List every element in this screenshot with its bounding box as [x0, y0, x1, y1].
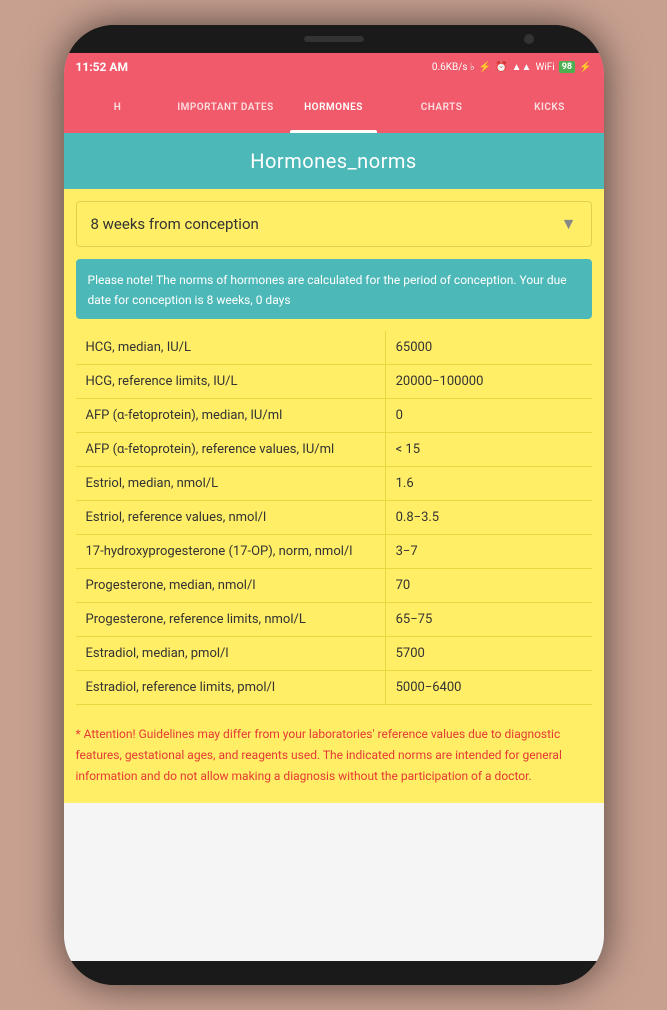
status-alarm: ⏰ [495, 62, 507, 73]
tab-kicks[interactable]: KICKS [496, 81, 604, 133]
status-charging: ⚡ [579, 62, 591, 73]
table-row: Estriol, median, nmol/L1.6 [76, 467, 592, 501]
hormone-name: Estriol, reference values, nmol/l [76, 501, 386, 535]
hormone-name: HCG, reference limits, IU/L [76, 365, 386, 399]
hormone-name: Estriol, median, nmol/L [76, 467, 386, 501]
hormone-value: < 15 [385, 433, 591, 467]
hormone-value: 65−75 [385, 603, 591, 637]
table-row: Estradiol, reference limits, pmol/l5000−… [76, 671, 592, 705]
table-row: Progesterone, reference limits, nmol/L65… [76, 603, 592, 637]
hormone-value: 3−7 [385, 535, 591, 569]
table-row: AFP (α-fetoprotein), reference values, I… [76, 433, 592, 467]
hormone-name: Progesterone, reference limits, nmol/L [76, 603, 386, 637]
tab-important-dates[interactable]: IMPORTANT DATES [172, 81, 280, 133]
tab-charts[interactable]: CHARTS [388, 81, 496, 133]
hormone-value: 70 [385, 569, 591, 603]
dropdown-value: 8 weeks from conception [91, 215, 259, 233]
hormone-value: 1.6 [385, 467, 591, 501]
table-row: HCG, reference limits, IU/L20000−100000 [76, 365, 592, 399]
phone-top-bar [64, 25, 604, 53]
hormone-value: 5000−6400 [385, 671, 591, 705]
note-box: Please note! The norms of hormones are c… [76, 259, 592, 319]
weeks-dropdown[interactable]: 8 weeks from conception ▼ [76, 201, 592, 247]
table-row: 17-hydroxyprogesterone (17-OP), norm, nm… [76, 535, 592, 569]
tab-hormones[interactable]: HORMONES [280, 81, 388, 133]
status-icons: 0.6KB/s ♭ ⚡ ⏰ ▲▲ WiFi 98 ⚡ [432, 61, 592, 73]
table-row: HCG, median, IU/L65000 [76, 331, 592, 365]
tab-h[interactable]: H [64, 81, 172, 133]
hormone-name: 17-hydroxyprogesterone (17-OP), norm, nm… [76, 535, 386, 569]
hormone-name: AFP (α-fetoprotein), reference values, I… [76, 433, 386, 467]
hormone-name: AFP (α-fetoprotein), median, IU/ml [76, 399, 386, 433]
phone-speaker [304, 36, 364, 42]
hormone-name: HCG, median, IU/L [76, 331, 386, 365]
hormone-value: 5700 [385, 637, 591, 671]
table-row: Estradiol, median, pmol/l5700 [76, 637, 592, 671]
page-title: Hormones_norms [250, 149, 416, 173]
main-content: 8 weeks from conception ▼ Please note! T… [64, 189, 604, 803]
status-signal: ▲▲ [512, 62, 532, 73]
table-row: Estriol, reference values, nmol/l0.8−3.5 [76, 501, 592, 535]
phone-bottom-bar [64, 961, 604, 985]
phone-frame: 11:52 AM 0.6KB/s ♭ ⚡ ⏰ ▲▲ WiFi 98 ⚡ H IM… [64, 25, 604, 985]
hormones-table: HCG, median, IU/L65000HCG, reference lim… [76, 331, 592, 705]
phone-screen: 11:52 AM 0.6KB/s ♭ ⚡ ⏰ ▲▲ WiFi 98 ⚡ H IM… [64, 53, 604, 961]
status-battery: 98 [559, 61, 575, 73]
hormone-name: Progesterone, median, nmol/l [76, 569, 386, 603]
hormone-name: Estradiol, reference limits, pmol/l [76, 671, 386, 705]
status-wifi: WiFi [535, 62, 554, 73]
status-bt: ⚡ [479, 62, 491, 73]
status-time: 11:52 AM [76, 60, 128, 74]
content-area: Hormones_norms 8 weeks from conception ▼… [64, 133, 604, 961]
hormone-value: 20000−100000 [385, 365, 591, 399]
hormone-value: 0 [385, 399, 591, 433]
status-network: 0.6KB/s ♭ [432, 62, 475, 73]
table-row: AFP (α-fetoprotein), median, IU/ml0 [76, 399, 592, 433]
dropdown-arrow-icon: ▼ [561, 214, 577, 234]
status-bar: 11:52 AM 0.6KB/s ♭ ⚡ ⏰ ▲▲ WiFi 98 ⚡ [64, 53, 604, 81]
attention-text: * Attention! Guidelines may differ from … [76, 727, 562, 783]
hormone-value: 0.8−3.5 [385, 501, 591, 535]
phone-camera [524, 34, 534, 44]
hormone-value: 65000 [385, 331, 591, 365]
table-row: Progesterone, median, nmol/l70 [76, 569, 592, 603]
hormone-name: Estradiol, median, pmol/l [76, 637, 386, 671]
note-text: Please note! The norms of hormones are c… [88, 273, 567, 307]
attention-box: * Attention! Guidelines may differ from … [76, 719, 592, 791]
page-title-bar: Hormones_norms [64, 133, 604, 189]
nav-tabs: H IMPORTANT DATES HORMONES CHARTS KICKS [64, 81, 604, 133]
